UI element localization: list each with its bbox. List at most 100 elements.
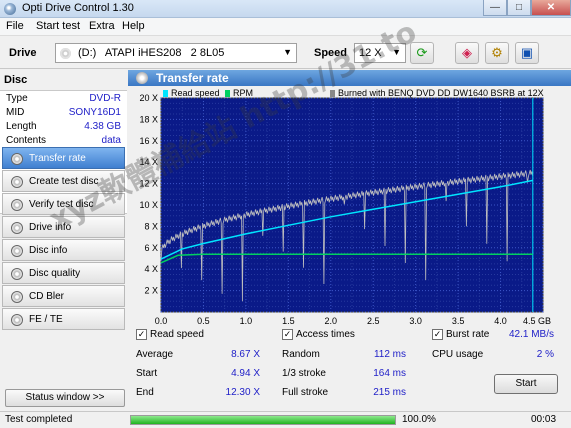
app-icon bbox=[4, 3, 16, 15]
random-label: Random bbox=[282, 349, 320, 360]
disc-icon bbox=[11, 199, 23, 211]
y-tick-label: 8 X bbox=[144, 221, 158, 231]
disc-row-length: Length 4.38 GB bbox=[6, 121, 121, 134]
menu-extra[interactable]: Extra bbox=[89, 20, 115, 32]
disc-row-type: Type DVD-R bbox=[6, 93, 121, 106]
drive-select-value: (D:) ATAPI iHES208 2 8L05 bbox=[78, 47, 225, 59]
x-tick-label: 1.5 bbox=[282, 316, 295, 326]
x-tick-label: 3.5 bbox=[452, 316, 465, 326]
toolbar: Drive (D:) ATAPI iHES208 2 8L05 ▼ Speed … bbox=[0, 37, 571, 69]
nav-fe-te[interactable]: FE / TE bbox=[2, 308, 125, 330]
disc-value: 4.38 GB bbox=[84, 121, 121, 132]
menu-bar: File Start test Extra Help bbox=[0, 18, 571, 36]
x-tick-label: 2.0 bbox=[325, 316, 338, 326]
chevron-down-icon: ▼ bbox=[283, 47, 292, 57]
disc-icon bbox=[11, 153, 23, 165]
nav-disc-quality[interactable]: Disc quality bbox=[2, 262, 125, 284]
progress-fill bbox=[131, 416, 395, 424]
x-tick-label: 4.5 GB bbox=[523, 316, 551, 326]
one-third-stroke-label: 1/3 stroke bbox=[282, 368, 326, 379]
start-button[interactable]: Start bbox=[494, 374, 558, 394]
settings-icon: ⚙ bbox=[491, 45, 503, 60]
burst-rate-checkbox[interactable]: ✓ bbox=[432, 329, 443, 340]
nav-label: Disc info bbox=[29, 245, 68, 256]
nav-cd-bler[interactable]: CD Bler bbox=[2, 285, 125, 307]
access-times-label: Access times bbox=[296, 329, 355, 340]
status-message: Test completed bbox=[5, 414, 73, 425]
access-times-checkbox[interactable]: ✓ bbox=[282, 329, 293, 340]
close-button[interactable]: ✕ bbox=[531, 0, 571, 16]
disc-value: SONY16D1 bbox=[68, 107, 121, 118]
x-tick-label: 2.5 bbox=[367, 316, 380, 326]
cd-drive-icon bbox=[60, 48, 71, 59]
sidebar: Disc Type DVD-R MID SONY16D1 Length 4.38… bbox=[0, 70, 127, 412]
x-tick-label: 0.5 bbox=[197, 316, 210, 326]
disc-icon bbox=[11, 222, 23, 234]
random-value: 112 ms bbox=[373, 349, 406, 360]
disc-icon bbox=[136, 72, 148, 84]
nav-label: Transfer rate bbox=[29, 153, 86, 164]
cpu-usage-value: 2 % bbox=[536, 349, 554, 360]
nav-label: FE / TE bbox=[29, 314, 63, 325]
menu-start-test[interactable]: Start test bbox=[36, 20, 80, 32]
y-tick-label: 4 X bbox=[144, 264, 158, 274]
average-label: Average bbox=[136, 349, 174, 360]
x-tick-label: 0.0 bbox=[155, 316, 168, 326]
y-tick-label: 6 X bbox=[144, 243, 158, 253]
menu-help[interactable]: Help bbox=[122, 20, 145, 32]
y-tick-label: 2 X bbox=[144, 286, 158, 296]
elapsed-time: 00:03 bbox=[531, 414, 557, 425]
x-tick-label: 1.0 bbox=[240, 316, 253, 326]
start-label: Start bbox=[136, 368, 158, 379]
save-icon: ▣ bbox=[520, 45, 534, 60]
x-tick-label: 3.0 bbox=[409, 316, 422, 326]
disc-icon bbox=[11, 291, 23, 303]
read-speed-label: Read speed bbox=[150, 329, 204, 340]
status-window-button[interactable]: Status window >> bbox=[5, 389, 125, 407]
disc-value: data bbox=[101, 135, 121, 146]
stats-panel: ✓ Read speed ✓ Access times ✓ Burst rate… bbox=[128, 326, 571, 410]
erase-icon: ◈ bbox=[462, 45, 472, 60]
progress-percent: 100.0% bbox=[402, 414, 436, 425]
disc-icon bbox=[11, 176, 23, 188]
disc-key: Contents bbox=[6, 135, 47, 146]
disc-row-mid: MID SONY16D1 bbox=[6, 107, 121, 120]
end-label: End bbox=[136, 387, 154, 398]
erase-button[interactable]: ◈ bbox=[455, 42, 479, 64]
drive-select[interactable]: (D:) ATAPI iHES208 2 8L05 ▼ bbox=[55, 43, 297, 63]
disc-key: Length bbox=[6, 121, 37, 132]
settings-button[interactable]: ⚙ bbox=[485, 42, 509, 64]
disc-icon bbox=[11, 314, 23, 326]
save-button[interactable]: ▣ bbox=[515, 42, 539, 64]
disc-section-title: Disc bbox=[4, 74, 28, 86]
window-title: Opti Drive Control 1.30 bbox=[22, 2, 134, 14]
end-value: 12.30 X bbox=[225, 387, 260, 398]
disc-icon bbox=[11, 268, 23, 280]
status-bar: Test completed 100.0% 00:03 bbox=[0, 411, 571, 428]
full-stroke-label: Full stroke bbox=[282, 387, 329, 398]
progress-bar bbox=[130, 415, 396, 425]
disc-value: DVD-R bbox=[89, 93, 121, 104]
disc-icon bbox=[11, 245, 23, 257]
maximize-button[interactable]: □ bbox=[507, 0, 531, 16]
burst-rate-label: Burst rate bbox=[446, 329, 490, 340]
disc-key: Type bbox=[6, 93, 28, 104]
drive-label: Drive bbox=[9, 47, 37, 59]
cpu-usage-label: CPU usage bbox=[432, 349, 484, 360]
menu-file[interactable]: File bbox=[6, 20, 24, 32]
y-tick-label: 18 X bbox=[139, 114, 158, 124]
panel-title: Transfer rate bbox=[156, 71, 229, 85]
y-tick-label: 10 X bbox=[139, 200, 158, 210]
full-stroke-value: 215 ms bbox=[373, 387, 406, 398]
start-value: 4.94 X bbox=[231, 368, 260, 379]
nav-disc-info[interactable]: Disc info bbox=[2, 239, 125, 261]
nav-label: Disc quality bbox=[29, 268, 81, 279]
x-tick-label: 4.0 bbox=[494, 316, 507, 326]
burst-rate-value: 42.1 MB/s bbox=[508, 329, 554, 340]
average-value: 8.67 X bbox=[231, 349, 260, 360]
nav-label: CD Bler bbox=[29, 291, 65, 302]
one-third-stroke-value: 164 ms bbox=[373, 368, 406, 379]
read-speed-checkbox[interactable]: ✓ bbox=[136, 329, 147, 340]
disc-key: MID bbox=[6, 107, 25, 118]
y-tick-label: 20 X bbox=[139, 93, 158, 103]
